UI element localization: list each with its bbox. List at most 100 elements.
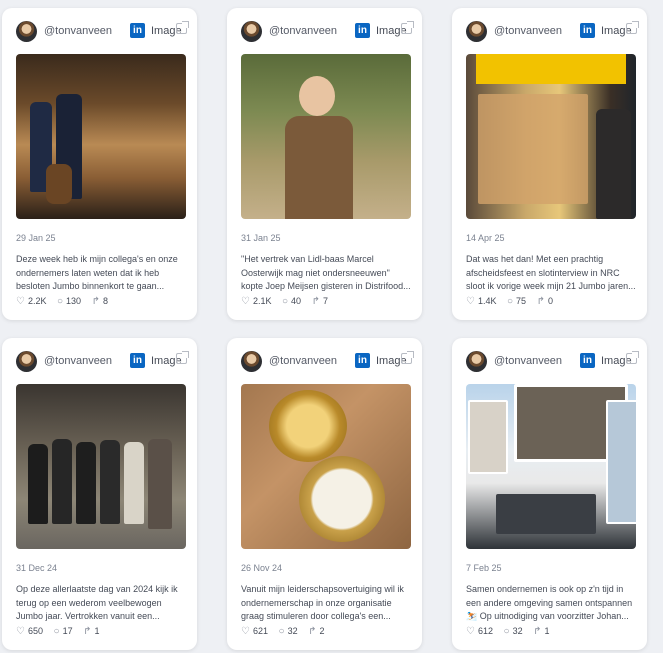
external-link-icon[interactable] [401, 21, 414, 34]
comment-icon: ○ [503, 626, 510, 637]
engagement-stats: ♡ 1.4K ○ 75 ↱ 0 [466, 296, 561, 310]
post-date: 26 Nov 24 [241, 563, 283, 573]
author-handle[interactable]: @tonvanveen [269, 355, 337, 367]
author-handle[interactable]: @tonvanveen [494, 355, 562, 367]
shares-stat: ↱ 0 [537, 296, 553, 307]
heart-icon: ♡ [16, 296, 25, 307]
comments-count: 32 [287, 626, 298, 636]
linkedin-icon: in [130, 353, 145, 368]
engagement-stats: ♡ 2.1K ○ 40 ↱ 7 [241, 296, 336, 310]
post-card-5[interactable]: @tonvanveen in Image 26 Nov 24 Vanuit mi… [227, 338, 422, 650]
shares-count: 1 [544, 626, 550, 636]
comment-icon: ○ [278, 626, 285, 637]
avatar [16, 351, 37, 372]
post-date: 31 Dec 24 [16, 563, 58, 573]
shares-count: 0 [547, 296, 553, 306]
post-image[interactable] [16, 54, 186, 219]
post-text[interactable]: Vanuit mijn leiderschapsovertuiging wil … [241, 583, 413, 624]
shares-count: 7 [322, 296, 328, 306]
shares-count: 1 [94, 626, 100, 636]
card-header: @tonvanveen in Image [16, 21, 189, 43]
likes-count: 2.1K [252, 296, 272, 306]
engagement-stats: ♡ 650 ○ 17 ↱ 1 [16, 626, 108, 640]
heart-icon: ♡ [16, 626, 25, 637]
external-link-icon[interactable] [626, 351, 639, 364]
post-image[interactable] [466, 54, 636, 219]
engagement-stats: ♡ 621 ○ 32 ↱ 2 [241, 626, 333, 640]
comment-icon: ○ [282, 296, 289, 307]
post-card-1[interactable]: @tonvanveen in Image 29 Jan 25 Deze week… [2, 8, 197, 320]
author-handle[interactable]: @tonvanveen [269, 25, 337, 37]
external-link-icon[interactable] [401, 351, 414, 364]
heart-icon: ♡ [241, 296, 250, 307]
share-icon: ↱ [536, 296, 545, 307]
comments-stat: ○ 40 [282, 296, 301, 307]
post-text[interactable]: Op deze allerlaatste dag van 2024 kijk i… [16, 583, 188, 624]
comments-stat: ○ 32 [279, 626, 298, 637]
share-icon: ↱ [308, 626, 317, 637]
post-card-4[interactable]: @tonvanveen in Image 31 Dec 24 Op deze a… [2, 338, 197, 650]
linkedin-icon: in [355, 23, 370, 38]
comment-icon: ○ [57, 296, 64, 307]
share-icon: ↱ [91, 296, 100, 307]
heart-icon: ♡ [241, 626, 250, 637]
linkedin-icon: in [580, 23, 595, 38]
external-link-icon[interactable] [176, 351, 189, 364]
likes-stat: ♡ 621 [241, 626, 268, 637]
post-card-2[interactable]: @tonvanveen in Image 31 Jan 25 "Het vert… [227, 8, 422, 320]
post-image[interactable] [241, 54, 411, 219]
avatar [466, 351, 487, 372]
linkedin-icon: in [130, 23, 145, 38]
post-date: 29 Jan 25 [16, 233, 56, 243]
post-date: 31 Jan 25 [241, 233, 281, 243]
shares-count: 8 [102, 296, 108, 306]
shares-stat: ↱ 8 [92, 296, 108, 307]
avatar [241, 21, 262, 42]
post-card-6[interactable]: @tonvanveen in Image 7 Feb 25 Samen onde… [452, 338, 647, 650]
likes-stat: ♡ 650 [16, 626, 43, 637]
author-handle[interactable]: @tonvanveen [44, 355, 112, 367]
linkedin-icon: in [355, 353, 370, 368]
likes-stat: ♡ 1.4K [466, 296, 496, 307]
comments-count: 130 [66, 296, 82, 306]
author-handle[interactable]: @tonvanveen [44, 25, 112, 37]
external-link-icon[interactable] [176, 21, 189, 34]
comments-stat: ○ 130 [57, 296, 81, 307]
likes-stat: ♡ 612 [466, 626, 493, 637]
card-header: @tonvanveen in Image [241, 351, 414, 373]
post-image[interactable] [16, 384, 186, 549]
comments-count: 32 [512, 626, 523, 636]
post-text[interactable]: Dat was het dan! Met een prachtig afsche… [466, 253, 638, 294]
post-image[interactable] [466, 384, 636, 549]
card-header: @tonvanveen in Image [466, 351, 639, 373]
author-handle[interactable]: @tonvanveen [494, 25, 562, 37]
post-date: 7 Feb 25 [466, 563, 502, 573]
post-text[interactable]: "Het vertrek van Lidl-baas Marcel Ooster… [241, 253, 413, 294]
comments-count: 75 [516, 296, 527, 306]
shares-stat: ↱ 2 [308, 626, 324, 637]
linkedin-icon: in [580, 353, 595, 368]
post-card-3[interactable]: @tonvanveen in Image 14 Apr 25 Dat was h… [452, 8, 647, 320]
heart-icon: ♡ [466, 296, 475, 307]
avatar [16, 21, 37, 42]
card-header: @tonvanveen in Image [241, 21, 414, 43]
heart-icon: ♡ [466, 626, 475, 637]
shares-stat: ↱ 1 [83, 626, 99, 637]
post-image[interactable] [241, 384, 411, 549]
comments-count: 40 [291, 296, 302, 306]
engagement-stats: ♡ 612 ○ 32 ↱ 1 [466, 626, 558, 640]
post-text[interactable]: Deze week heb ik mijn collega's en onze … [16, 253, 188, 294]
external-link-icon[interactable] [626, 21, 639, 34]
comments-count: 17 [62, 626, 73, 636]
likes-stat: ♡ 2.1K [241, 296, 271, 307]
comments-stat: ○ 32 [504, 626, 523, 637]
comment-icon: ○ [507, 296, 514, 307]
card-header: @tonvanveen in Image [16, 351, 189, 373]
comment-icon: ○ [53, 626, 60, 637]
comments-stat: ○ 17 [54, 626, 73, 637]
comments-stat: ○ 75 [507, 296, 526, 307]
share-icon: ↱ [83, 626, 92, 637]
share-icon: ↱ [311, 296, 320, 307]
engagement-stats: ♡ 2.2K ○ 130 ↱ 8 [16, 296, 116, 310]
post-text[interactable]: Samen ondernemen is ook op z'n tijd in e… [466, 583, 638, 624]
